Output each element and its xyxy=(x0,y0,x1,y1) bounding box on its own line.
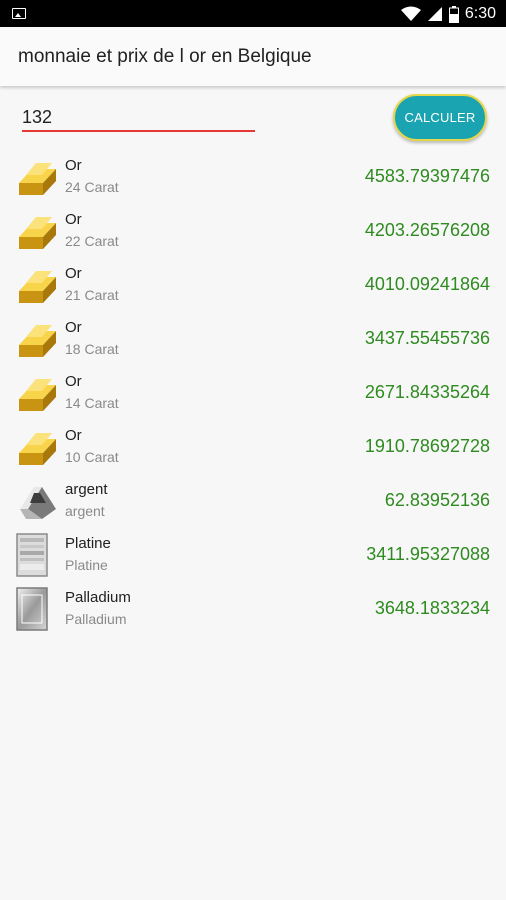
item-name: argent xyxy=(65,481,108,498)
list-item[interactable]: Palladium Palladium 3648.1833234 xyxy=(0,582,506,636)
amount-input[interactable] xyxy=(22,104,255,132)
gold-bars-icon xyxy=(19,379,56,411)
palladium-bar-icon xyxy=(16,587,48,631)
item-price: 4010.09241864 xyxy=(364,274,490,294)
signal-icon xyxy=(427,7,442,21)
clock: 6:30 xyxy=(464,5,496,22)
list-item[interactable]: Or 10 Carat 1910.78692728 xyxy=(0,420,506,474)
gold-bars-icon xyxy=(19,271,56,303)
gold-bars-icon xyxy=(19,433,56,465)
item-subtitle: argent xyxy=(65,503,105,519)
item-price: 4203.26576208 xyxy=(364,220,490,240)
item-name: Or xyxy=(65,373,82,390)
page-title: monnaie et prix de l or en Belgique xyxy=(18,46,312,67)
item-subtitle: 21 Carat xyxy=(65,287,119,303)
item-price: 4583.79397476 xyxy=(364,166,490,186)
list-item[interactable]: Or 22 Carat 4203.26576208 xyxy=(0,204,506,258)
status-icons: 6:30 xyxy=(400,4,496,24)
calculate-button[interactable]: CALCULER xyxy=(393,94,487,141)
item-name: Palladium xyxy=(65,589,131,606)
image-notification-icon xyxy=(12,8,26,19)
item-name: Platine xyxy=(65,535,111,552)
wifi-icon xyxy=(400,6,421,21)
item-price: 3437.55455736 xyxy=(364,328,490,348)
item-name: Or xyxy=(65,157,82,174)
battery-icon xyxy=(448,5,459,23)
list-item[interactable]: Platine Platine 3411.95327088 xyxy=(0,528,506,582)
item-name: Or xyxy=(65,319,82,336)
gold-bars-icon xyxy=(19,217,56,249)
item-price: 3648.1833234 xyxy=(374,598,490,618)
item-name: Or xyxy=(65,427,82,444)
metal-price-list: Or 24 Carat 4583.79397476 Or 22 Carat 42… xyxy=(0,150,506,636)
item-price: 62.83952136 xyxy=(384,490,490,510)
gold-bars-icon xyxy=(19,325,56,357)
item-price: 3411.95327088 xyxy=(366,544,490,564)
item-name: Or xyxy=(65,211,82,228)
status-bar: 6:30 xyxy=(0,0,506,27)
app-bar: monnaie et prix de l or en Belgique xyxy=(0,27,506,86)
item-subtitle: Platine xyxy=(65,557,108,573)
item-price: 1910.78692728 xyxy=(364,436,490,456)
item-price: 2671.84335264 xyxy=(364,382,490,402)
item-subtitle: 24 Carat xyxy=(65,179,119,195)
item-subtitle: Palladium xyxy=(65,611,127,627)
item-subtitle: 14 Carat xyxy=(65,395,119,411)
list-item[interactable]: Or 18 Carat 3437.55455736 xyxy=(0,312,506,366)
list-item[interactable]: argent argent 62.83952136 xyxy=(0,474,506,528)
list-item[interactable]: Or 24 Carat 4583.79397476 xyxy=(0,150,506,204)
list-item[interactable]: Or 21 Carat 4010.09241864 xyxy=(0,258,506,312)
item-subtitle: 22 Carat xyxy=(65,233,119,249)
item-subtitle: 10 Carat xyxy=(65,449,119,465)
silver-bar-icon xyxy=(20,487,56,519)
gold-bars-icon xyxy=(19,163,56,195)
item-name: Or xyxy=(65,265,82,282)
platinum-bar-icon xyxy=(16,533,48,577)
item-subtitle: 18 Carat xyxy=(65,341,119,357)
list-item[interactable]: Or 14 Carat 2671.84335264 xyxy=(0,366,506,420)
